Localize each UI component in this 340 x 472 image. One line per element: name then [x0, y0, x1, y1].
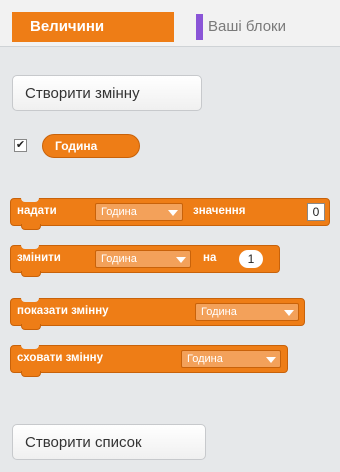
block-tab: [21, 371, 41, 377]
tab-my-blocks[interactable]: Ваші блоки: [190, 12, 286, 42]
dropdown-arrow-icon: [176, 257, 186, 263]
tab-my-blocks-label: Ваші блоки: [208, 18, 287, 35]
dropdown-arrow-icon: [266, 357, 276, 363]
change-label: змінити: [17, 252, 61, 264]
block-notch: [21, 245, 39, 249]
block-tab: [21, 324, 41, 330]
block-notch: [21, 345, 39, 349]
change-variable-block[interactable]: змінити Година на 1: [10, 245, 280, 277]
variable-visibility-checkbox[interactable]: ✔: [14, 139, 27, 152]
set-label: надати: [17, 205, 57, 217]
hide-label: сховати змінну: [17, 352, 104, 364]
show-variable-block[interactable]: показати змінну Година: [10, 298, 305, 330]
make-list-button[interactable]: Створити список: [12, 424, 206, 460]
show-variable-dropdown-value: Година: [201, 306, 237, 318]
category-tabs: Величини Ваші блоки: [0, 0, 340, 47]
change-variable-dropdown-value: Година: [101, 253, 137, 265]
variable-reporter-label: Година: [55, 139, 98, 153]
set-value-input[interactable]: 0: [307, 203, 325, 221]
make-variable-button[interactable]: Створити змінну: [12, 75, 202, 111]
make-list-label: Створити список: [25, 434, 142, 451]
hide-variable-block[interactable]: сховати змінну Година: [10, 345, 288, 377]
make-variable-label: Створити змінну: [25, 85, 140, 102]
my-blocks-color-swatch: [196, 14, 203, 40]
variable-reporter-block[interactable]: Година: [42, 134, 140, 158]
show-label: показати змінну: [17, 305, 109, 317]
block-tab: [21, 224, 41, 230]
tab-variables-label: Величини: [30, 18, 105, 35]
set-variable-dropdown[interactable]: Година: [95, 203, 183, 221]
hide-variable-dropdown-value: Година: [187, 353, 223, 365]
block-notch: [21, 198, 39, 202]
change-by-label: на: [203, 252, 217, 264]
dropdown-arrow-icon: [168, 210, 178, 216]
change-value-input[interactable]: 1: [239, 250, 263, 268]
dropdown-arrow-icon: [284, 310, 294, 316]
set-variable-dropdown-value: Година: [101, 206, 137, 218]
change-variable-dropdown[interactable]: Година: [95, 250, 191, 268]
set-variable-block[interactable]: надати Година значення 0: [10, 198, 330, 230]
show-variable-dropdown[interactable]: Година: [195, 303, 299, 321]
set-to-label: значення: [193, 205, 246, 217]
hide-variable-dropdown[interactable]: Година: [181, 350, 281, 368]
block-tab: [21, 271, 41, 277]
block-notch: [21, 298, 39, 302]
tab-variables[interactable]: Величини: [12, 12, 174, 42]
checkmark-icon: ✔: [15, 139, 26, 151]
